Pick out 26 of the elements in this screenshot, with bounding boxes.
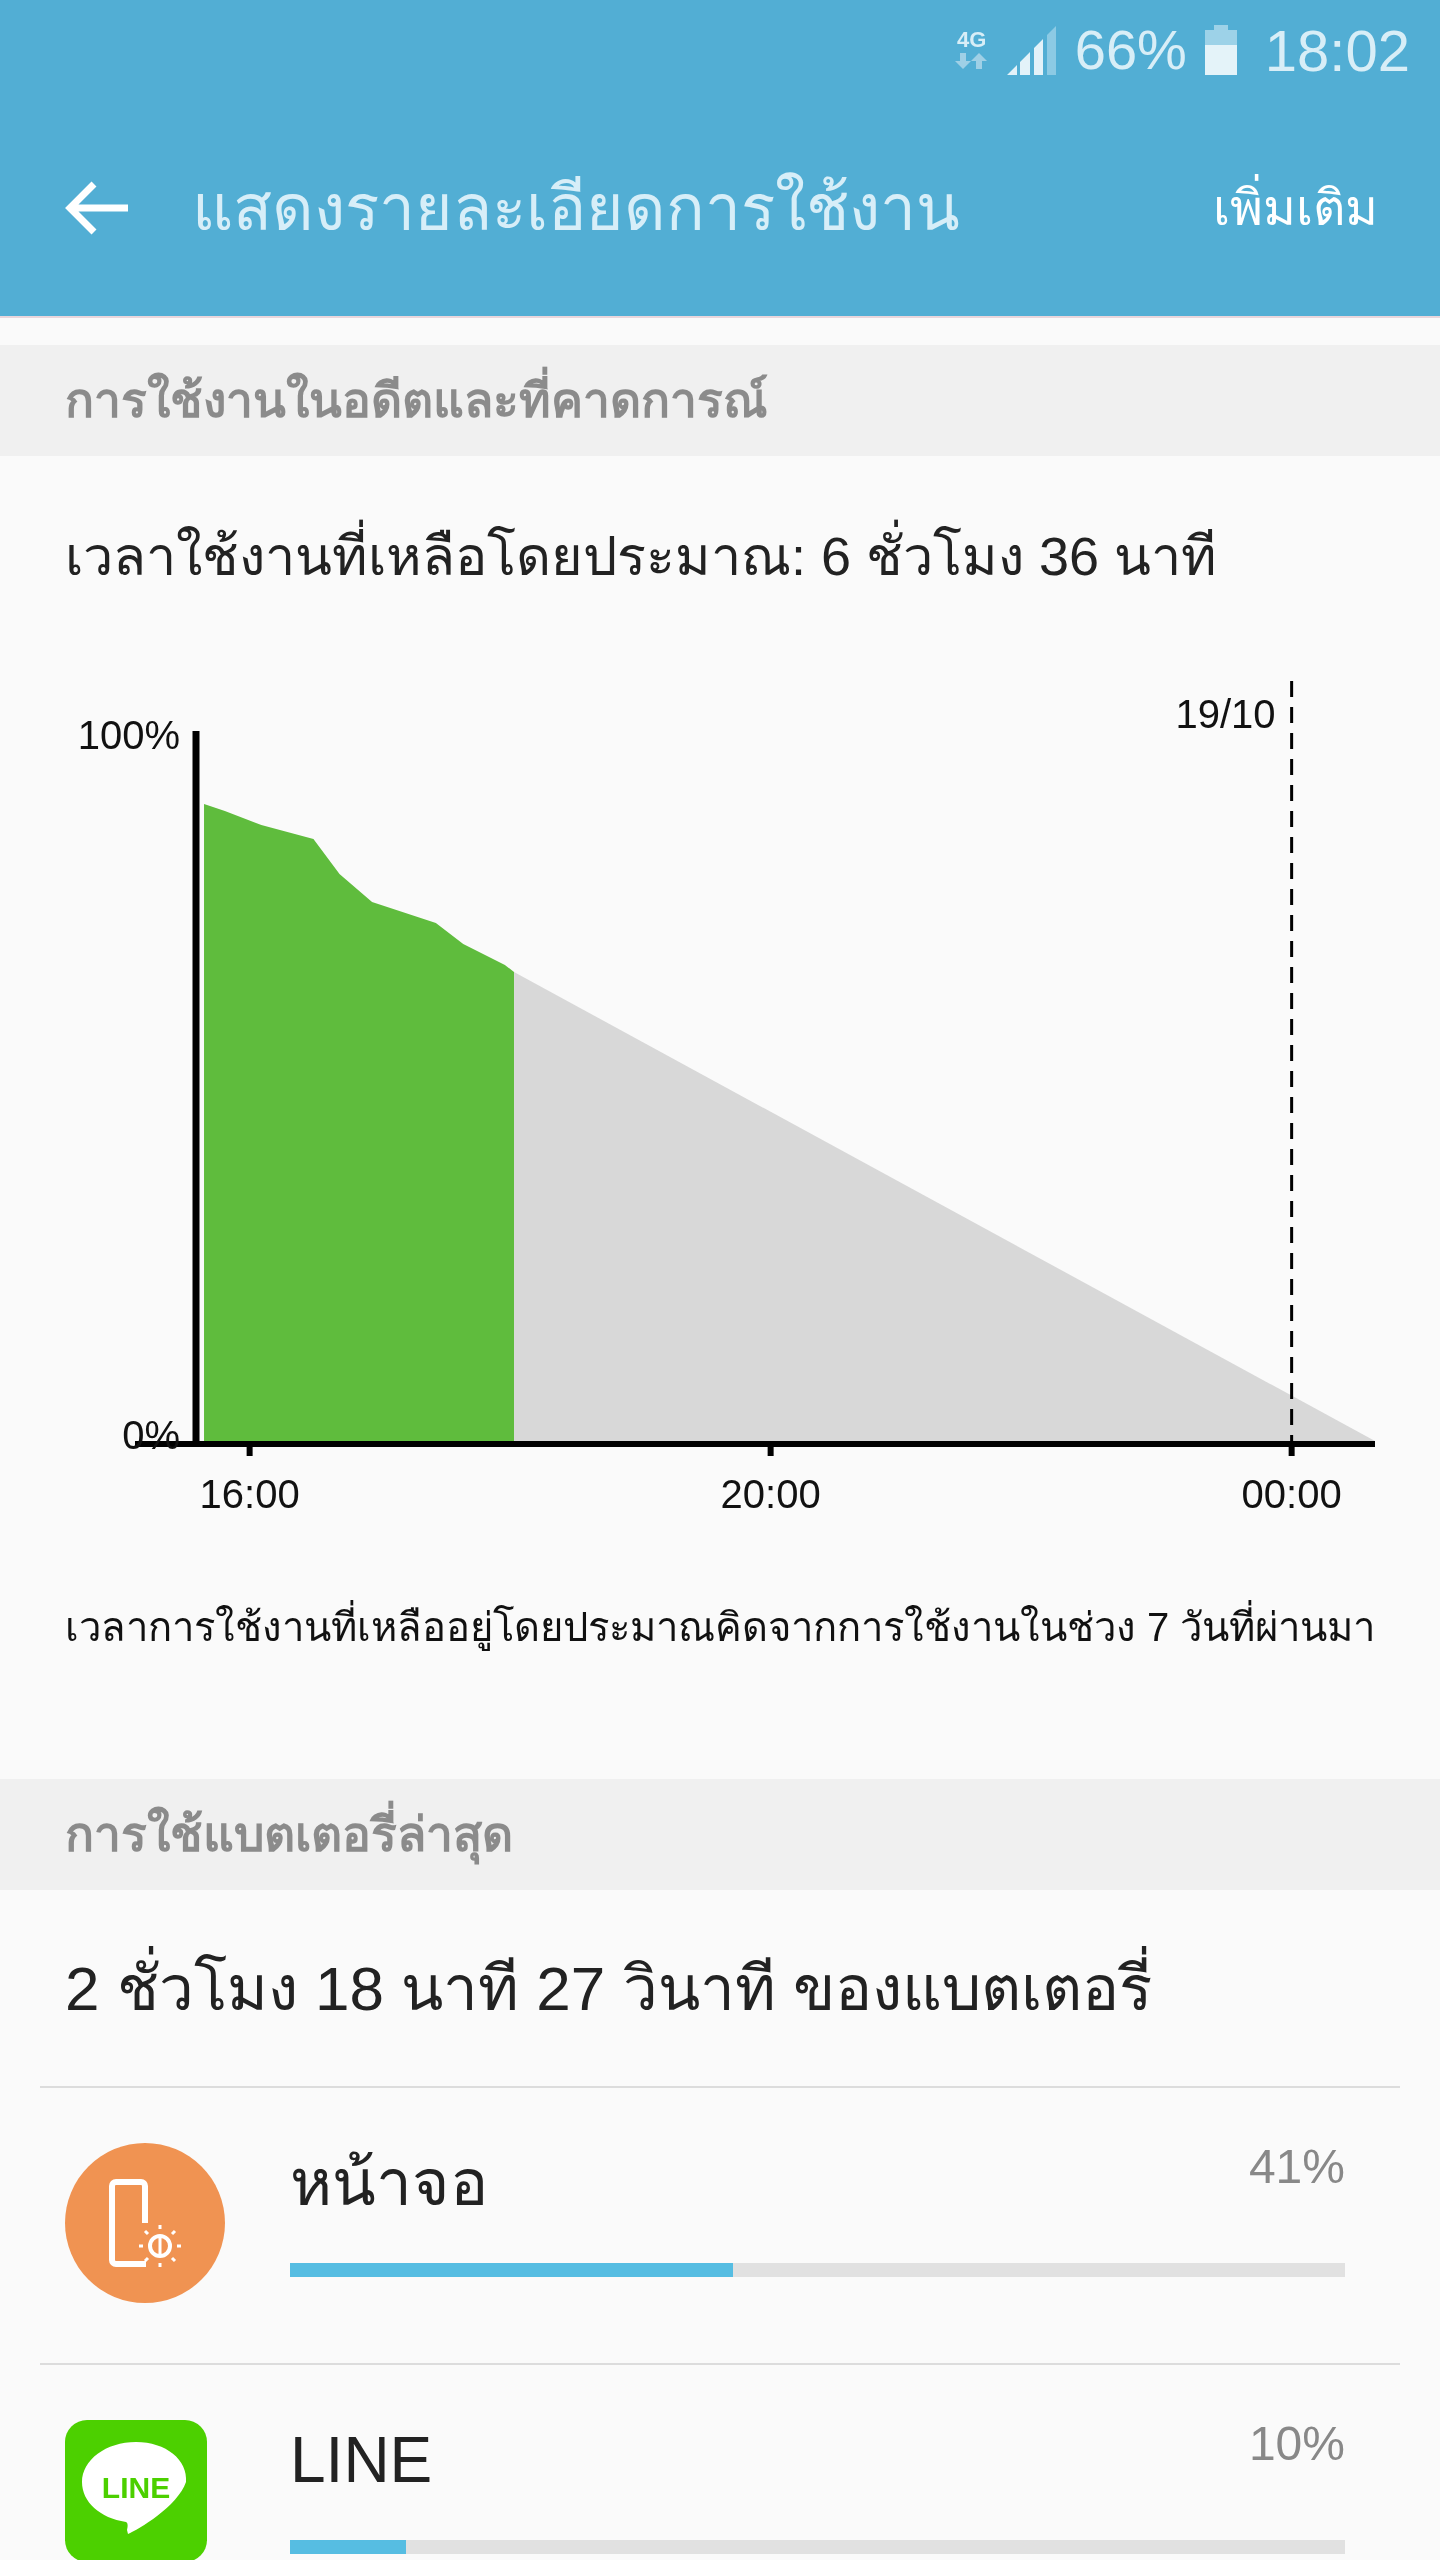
usage-summary: 2 ชั่วโมง 18 นาที 27 วินาที ของแบตเตอรี่	[65, 1941, 1152, 2035]
y-axis-label: 100%	[77, 713, 180, 757]
back-arrow-icon	[64, 180, 130, 236]
signal-icon	[1006, 25, 1057, 75]
network-type: 4G	[957, 29, 987, 51]
remaining-time-text: เวลาใช้งานที่เหลือโดยประมาณ: 6 ชั่วโมง 36 นาที	[65, 515, 1218, 597]
section-title: การใช้งานในอดีตและที่คาดการณ์	[65, 364, 768, 437]
section-title: การใช้แบตเตอรี่ล่าสุด	[65, 1798, 513, 1871]
x-axis-label: 00:00	[1241, 1472, 1342, 1516]
battery-icon	[1204, 25, 1237, 75]
usage-percent: 41%	[1248, 2143, 1345, 2191]
date-label: 19/10	[1175, 692, 1276, 736]
clock: 18:02	[1264, 16, 1410, 85]
app-name: LINE	[290, 2423, 433, 2492]
screen-title: แสดงรายละเอียดการใช้งาน	[192, 171, 961, 246]
usage-percent: 10%	[1248, 2420, 1345, 2468]
data-arrows-icon	[954, 51, 989, 71]
estimate-note: เวลาการใช้งานที่เหลืออยู่โดยประมาณคิดจากการใช้งานในช่วง 7 วันที่ผ่านมา	[65, 1601, 1405, 1653]
chat-bubble-logo: LINE	[65, 2420, 207, 2560]
app-name: หน้าจอ	[290, 2146, 488, 2215]
app-usage-row[interactable]: LINE LINE 10%	[40, 2365, 1400, 2560]
x-axis-label: 20:00	[720, 1472, 821, 1516]
x-axis-label: 16:00	[199, 1472, 300, 1516]
tablet-brightness-icon	[65, 2143, 225, 2303]
app-usage-row[interactable]: หน้าจอ 41%	[40, 2088, 1400, 2365]
battery-percent: 66%	[1074, 17, 1187, 83]
